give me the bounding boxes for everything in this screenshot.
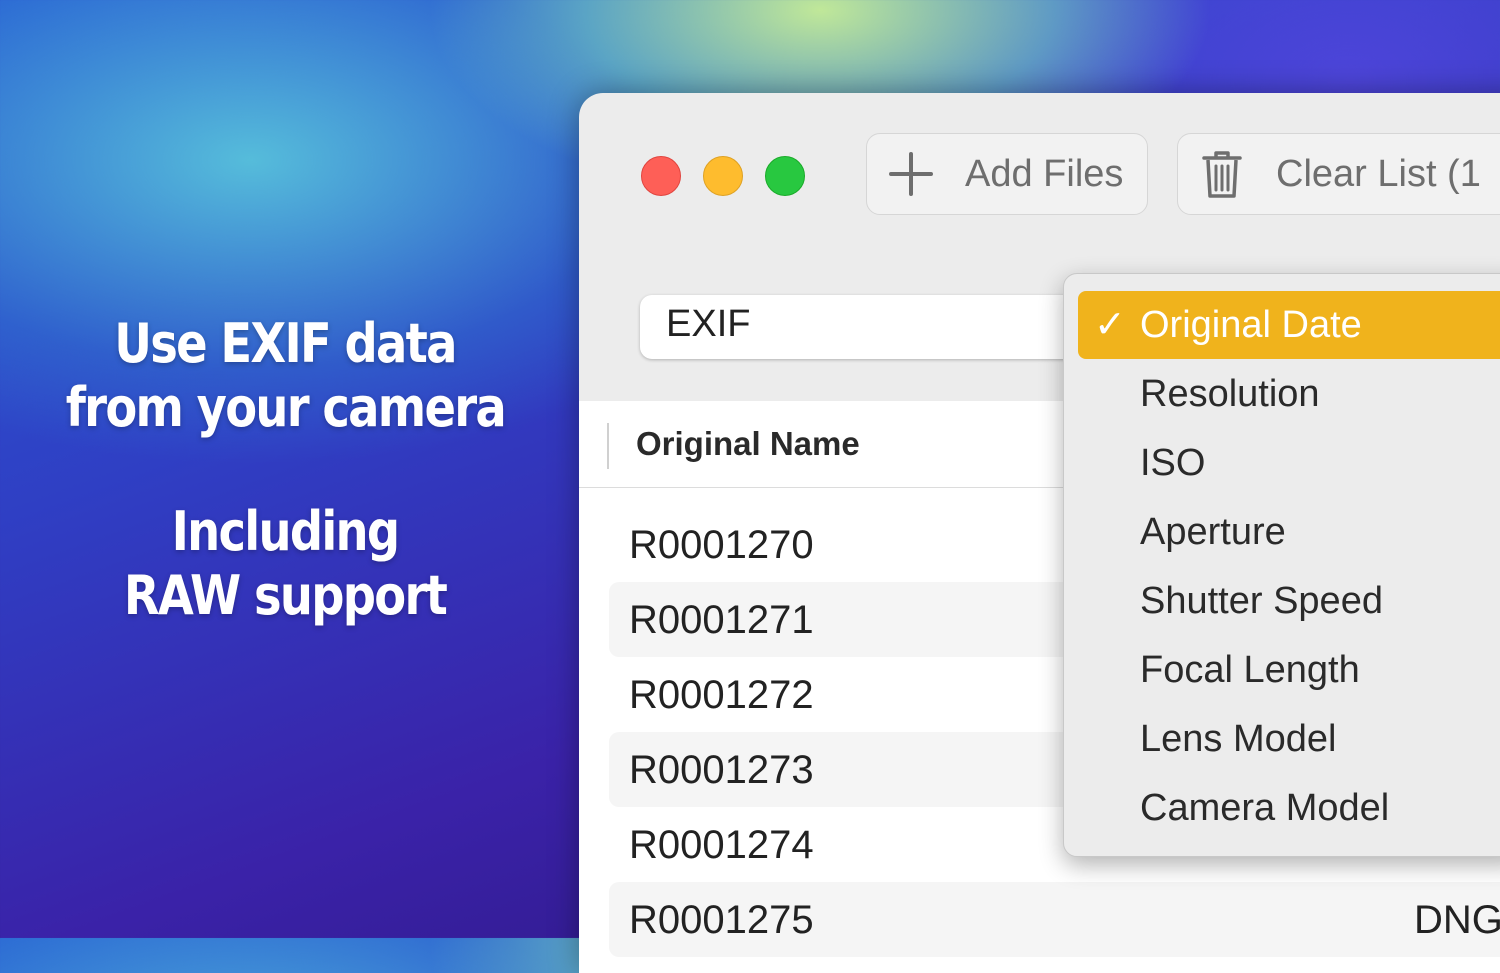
menu-item-label: Shutter Speed — [1140, 580, 1383, 622]
add-files-label: Add Files — [965, 152, 1124, 195]
row-ext: DNG — [1414, 898, 1500, 942]
clear-list-button[interactable]: Clear List (1 — [1177, 133, 1500, 215]
row-name: R0001271 — [629, 598, 814, 642]
menu-item-original-date[interactable]: ✓ Original Date — [1078, 291, 1500, 359]
row-name: R0001270 — [629, 523, 814, 567]
window-close-button[interactable] — [641, 156, 681, 196]
menu-item-label: Camera Model — [1140, 787, 1390, 829]
add-files-button[interactable]: Add Files — [866, 133, 1148, 215]
menu-item-label: Focal Length — [1140, 649, 1360, 691]
trash-icon — [1198, 150, 1246, 198]
promo-headline: Use EXIF data from your camera — [30, 312, 540, 440]
source-field-menu: ✓ Original Date Resolution ISO Aperture … — [1063, 273, 1500, 857]
source-popup-button[interactable]: EXIF — [640, 295, 1124, 359]
menu-item-label: Resolution — [1140, 373, 1320, 415]
row-name: R0001274 — [629, 823, 814, 867]
source-popup-value: EXIF — [666, 303, 751, 345]
column-header-original-name[interactable]: Original Name — [636, 425, 860, 463]
promo-line-2: from your camera — [65, 376, 507, 439]
column-divider — [607, 423, 609, 469]
table-row[interactable]: R0001275 DNG — [609, 882, 1500, 957]
plus-icon — [887, 150, 935, 198]
menu-item-focal-length[interactable]: Focal Length — [1078, 636, 1500, 704]
menu-item-label: ISO — [1140, 442, 1206, 484]
clear-list-label: Clear List (1 — [1276, 152, 1481, 195]
checkmark-icon: ✓ — [1094, 304, 1126, 346]
row-name: R0001275 — [629, 898, 814, 942]
menu-item-aperture[interactable]: Aperture — [1078, 498, 1500, 566]
promo-line-4: RAW support — [123, 564, 448, 627]
promo-line-1: Use EXIF data — [114, 312, 457, 375]
row-name: R0001273 — [629, 748, 814, 792]
menu-item-label: Original Date — [1140, 304, 1362, 346]
menu-item-label: Lens Model — [1140, 718, 1337, 760]
menu-item-shutter-speed[interactable]: Shutter Speed — [1078, 567, 1500, 635]
menu-item-resolution[interactable]: Resolution — [1078, 360, 1500, 428]
promo-subheadline: Including RAW support — [30, 500, 540, 628]
menu-item-camera-model[interactable]: Camera Model — [1078, 774, 1500, 842]
menu-item-iso[interactable]: ISO — [1078, 429, 1500, 497]
promo-line-3: Including — [171, 500, 401, 563]
window-minimize-button[interactable] — [703, 156, 743, 196]
window-zoom-button[interactable] — [765, 156, 805, 196]
menu-item-lens-model[interactable]: Lens Model — [1078, 705, 1500, 773]
row-name: R0001272 — [629, 673, 814, 717]
menu-item-label: Aperture — [1140, 511, 1286, 553]
